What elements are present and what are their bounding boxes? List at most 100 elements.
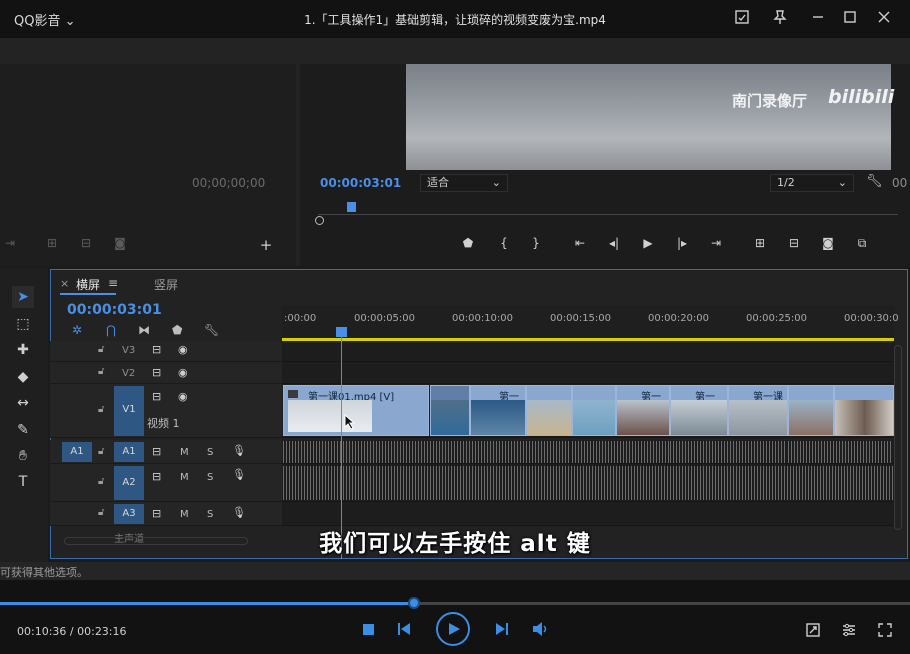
audio-clip[interactable]: [283, 466, 894, 500]
audio-clip[interactable]: [283, 441, 430, 463]
volume-icon[interactable]: [532, 621, 550, 640]
tab-close-icon[interactable]: ×: [60, 277, 69, 290]
track-target-a3[interactable]: A3: [114, 504, 144, 524]
eye-icon[interactable]: ◉: [178, 390, 188, 403]
linked-selection-icon[interactable]: ⧓: [138, 323, 150, 337]
track-target-a2[interactable]: A2: [114, 466, 144, 500]
program-playhead[interactable]: [347, 202, 356, 212]
lock-icon[interactable]: 🔓︎: [98, 476, 104, 487]
previous-icon[interactable]: [396, 621, 412, 640]
step-forward-icon[interactable]: |▸: [672, 236, 692, 250]
eye-icon[interactable]: ◉: [178, 343, 188, 356]
mark-out-icon[interactable]: }: [526, 236, 546, 250]
fit-dropdown[interactable]: 适合 ⌄: [420, 174, 508, 192]
tab-portrait[interactable]: 竖屏: [154, 276, 178, 293]
lane-a3[interactable]: [282, 502, 894, 526]
track-target-v1[interactable]: V1: [114, 386, 144, 436]
go-to-in-icon[interactable]: ⇤: [570, 236, 590, 250]
compare-view-icon[interactable]: ⧉: [852, 236, 872, 251]
lift-icon[interactable]: ⊞: [750, 236, 770, 250]
program-timecode[interactable]: 00:00:03:01: [320, 176, 401, 190]
play-icon[interactable]: ▶: [638, 236, 658, 250]
lock-icon[interactable]: 🔓︎: [98, 446, 104, 457]
resolution-dropdown[interactable]: 1/2 ⌄: [770, 174, 854, 192]
maximize-icon[interactable]: [840, 9, 860, 29]
toggle-sync-icon[interactable]: ⊟: [152, 343, 161, 356]
eye-icon[interactable]: ◉: [178, 366, 188, 379]
microphone-icon[interactable]: 🎙︎: [232, 468, 246, 481]
video-clip[interactable]: 第一课: [728, 385, 788, 436]
fullscreen-icon[interactable]: [875, 622, 895, 642]
audio-clip[interactable]: [430, 441, 572, 463]
toggle-sync-icon[interactable]: ⊟: [152, 507, 161, 520]
vertical-scrollbar[interactable]: [894, 345, 902, 530]
lane-v2[interactable]: [282, 362, 894, 384]
solo-button[interactable]: S: [207, 472, 213, 483]
settings-icon[interactable]: [839, 622, 859, 642]
zoom-handle[interactable]: [315, 216, 324, 225]
microphone-icon[interactable]: 🎙︎: [232, 506, 246, 519]
toggle-sync-icon[interactable]: ⊟: [152, 390, 161, 403]
source-patch-a1[interactable]: A1: [62, 442, 92, 462]
screenshot-icon[interactable]: [732, 9, 752, 29]
video-clip[interactable]: [788, 385, 834, 436]
video-clip[interactable]: [834, 385, 894, 436]
audio-clip[interactable]: [670, 441, 788, 463]
video-clip[interactable]: 第一课01.mp4 [V]: [283, 385, 429, 436]
seek-knob[interactable]: [407, 597, 420, 609]
toggle-sync-icon[interactable]: ⊟: [152, 470, 161, 483]
go-to-out-icon[interactable]: ⇥: [706, 236, 726, 250]
add-marker-icon[interactable]: ⬟: [458, 236, 478, 250]
track-select-tool-icon[interactable]: ⬚: [12, 313, 34, 335]
add-marker-icon[interactable]: ⬟: [172, 323, 182, 337]
lock-icon[interactable]: 🔓︎: [98, 366, 104, 377]
export-frame-icon[interactable]: ◙: [818, 236, 838, 250]
wrench-icon[interactable]: 🔧︎: [866, 174, 883, 189]
capture-icon[interactable]: [803, 622, 823, 642]
track-target-a1[interactable]: A1: [114, 442, 144, 462]
microphone-icon[interactable]: 🎙︎: [232, 444, 246, 457]
nest-sequence-icon[interactable]: ✲: [72, 323, 82, 337]
video-clip[interactable]: 第一: [616, 385, 670, 436]
video-clip[interactable]: [430, 385, 470, 436]
mute-button[interactable]: M: [180, 447, 189, 458]
lock-icon[interactable]: 🔓︎: [98, 404, 104, 415]
tab-landscape[interactable]: 横屏: [76, 276, 100, 293]
mute-button[interactable]: M: [180, 509, 189, 520]
source-add-button-icon[interactable]: +: [256, 236, 276, 254]
timeline-settings-wrench-icon[interactable]: 🔧︎: [204, 323, 219, 337]
pen-tool-icon[interactable]: ✎: [12, 419, 34, 441]
next-icon[interactable]: [494, 621, 510, 640]
video-clip[interactable]: [526, 385, 572, 436]
lock-icon[interactable]: 🔓︎: [98, 507, 104, 518]
ripple-edit-tool-icon[interactable]: ✚: [12, 339, 34, 361]
stop-icon[interactable]: [363, 624, 374, 635]
pin-icon[interactable]: [770, 9, 790, 29]
play-button[interactable]: [436, 612, 470, 646]
timeline-timecode[interactable]: 00:00:03:01: [67, 302, 162, 318]
lock-icon[interactable]: 🔓︎: [98, 344, 104, 355]
snap-magnet-icon[interactable]: ⋂: [106, 323, 116, 337]
video-clip[interactable]: 第一: [670, 385, 728, 436]
audio-clip[interactable]: [572, 441, 670, 463]
minimize-icon[interactable]: [808, 9, 828, 29]
mute-button[interactable]: M: [180, 472, 189, 483]
solo-button[interactable]: S: [207, 447, 213, 458]
close-icon[interactable]: [874, 9, 894, 29]
selection-tool-icon[interactable]: ➤: [12, 286, 34, 308]
type-tool-icon[interactable]: T: [12, 471, 34, 493]
audio-clip[interactable]: [788, 441, 894, 463]
extract-icon[interactable]: ⊟: [784, 236, 804, 250]
slip-tool-icon[interactable]: ↔: [12, 392, 34, 414]
mark-in-icon[interactable]: {: [494, 236, 514, 250]
solo-button[interactable]: S: [207, 509, 213, 520]
hand-tool-icon[interactable]: ✋︎: [12, 445, 34, 467]
video-clip[interactable]: [572, 385, 616, 436]
toggle-sync-icon[interactable]: ⊟: [152, 445, 161, 458]
video-clip[interactable]: 第一: [470, 385, 526, 436]
program-ruler[interactable]: [318, 214, 898, 223]
toggle-sync-icon[interactable]: ⊟: [152, 366, 161, 379]
step-back-icon[interactable]: ◂|: [604, 236, 624, 250]
tab-menu-icon[interactable]: ≡: [108, 276, 118, 290]
razor-tool-icon[interactable]: ◆: [12, 366, 34, 388]
